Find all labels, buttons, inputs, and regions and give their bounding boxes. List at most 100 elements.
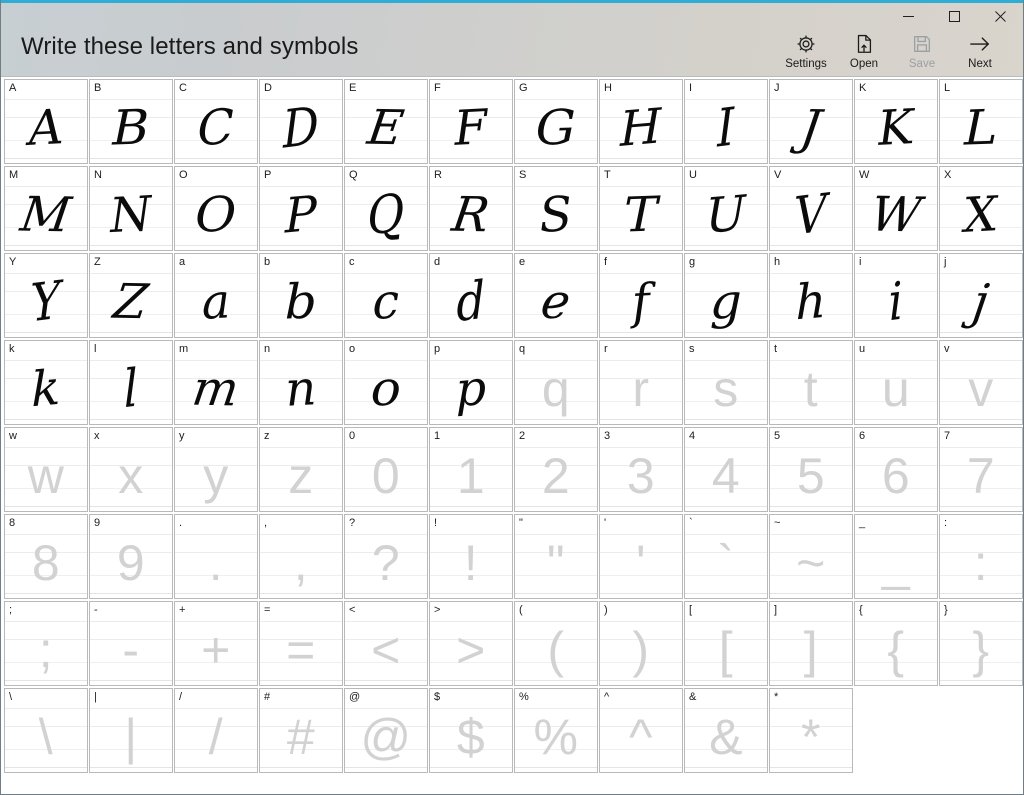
character-cell[interactable]: %% (514, 688, 598, 773)
character-cell[interactable]: zz (259, 427, 343, 512)
character-cell[interactable]: 00 (344, 427, 428, 512)
character-cell[interactable]: bb (259, 253, 343, 338)
character-cell[interactable]: '' (599, 514, 683, 599)
character-cell[interactable]: mm (174, 340, 258, 425)
character-cell[interactable]: hh (769, 253, 853, 338)
character-cell[interactable]: )) (599, 601, 683, 686)
character-cell[interactable]: 44 (684, 427, 768, 512)
character-cell[interactable]: LL (939, 79, 1023, 164)
character-cell[interactable]: ]] (769, 601, 853, 686)
character-cell[interactable]: EE (344, 79, 428, 164)
character-cell[interactable]: TT (599, 166, 683, 251)
character-cell[interactable]: PP (259, 166, 343, 251)
next-button[interactable]: Next (951, 33, 1009, 70)
character-cell[interactable]: CC (174, 79, 258, 164)
character-cell[interactable]: XX (939, 166, 1023, 251)
character-cell[interactable]: 88 (4, 514, 88, 599)
open-button[interactable]: Open (835, 33, 893, 70)
character-cell[interactable]: qq (514, 340, 598, 425)
character-cell[interactable]: // (174, 688, 258, 773)
character-cell[interactable]: BB (89, 79, 173, 164)
character-cell[interactable]: OO (174, 166, 258, 251)
character-cell[interactable]: JJ (769, 79, 853, 164)
character-cell[interactable]: YY (4, 253, 88, 338)
character-cell[interactable]: \\ (4, 688, 88, 773)
character-cell[interactable]: UU (684, 166, 768, 251)
character-cell[interactable]: !! (429, 514, 513, 599)
character-cell[interactable]: ,, (259, 514, 343, 599)
character-cell[interactable]: 77 (939, 427, 1023, 512)
character-cell[interactable]: ff (599, 253, 683, 338)
character-cell[interactable]: ^^ (599, 688, 683, 773)
character-cell[interactable]: kk (4, 340, 88, 425)
character-cell[interactable]: 66 (854, 427, 938, 512)
character-cell[interactable]: ?? (344, 514, 428, 599)
character-cell[interactable]: ii (854, 253, 938, 338)
character-cell[interactable]: tt (769, 340, 853, 425)
character-cell[interactable]: ** (769, 688, 853, 773)
character-cell[interactable]: == (259, 601, 343, 686)
character-cell[interactable]: (( (514, 601, 598, 686)
character-cell[interactable]: uu (854, 340, 938, 425)
character-cell[interactable]: SS (514, 166, 598, 251)
character-cell[interactable]: ## (259, 688, 343, 773)
character-cell[interactable]: xx (89, 427, 173, 512)
character-cell[interactable]: .. (174, 514, 258, 599)
character-cell[interactable]: >> (429, 601, 513, 686)
character-cell[interactable]: dd (429, 253, 513, 338)
character-cell[interactable]: ee (514, 253, 598, 338)
character-cell[interactable]: pp (429, 340, 513, 425)
character-cell[interactable]: || (89, 688, 173, 773)
character-cell[interactable]: [[ (684, 601, 768, 686)
close-button[interactable] (977, 3, 1023, 29)
character-cell[interactable]: QQ (344, 166, 428, 251)
character-cell[interactable]: jj (939, 253, 1023, 338)
character-cell[interactable]: << (344, 601, 428, 686)
character-cell[interactable]: "" (514, 514, 598, 599)
character-cell[interactable]: -- (89, 601, 173, 686)
character-cell[interactable]: ll (89, 340, 173, 425)
character-cell[interactable]: aa (174, 253, 258, 338)
character-cell[interactable]: ss (684, 340, 768, 425)
character-cell[interactable]: MM (4, 166, 88, 251)
character-cell[interactable]: vv (939, 340, 1023, 425)
character-cell[interactable]: 99 (89, 514, 173, 599)
character-cell[interactable]: NN (89, 166, 173, 251)
character-cell[interactable]: 33 (599, 427, 683, 512)
character-cell[interactable]: {{ (854, 601, 938, 686)
character-cell[interactable]: `` (684, 514, 768, 599)
character-cell[interactable]: HH (599, 79, 683, 164)
character-cell[interactable]: II (684, 79, 768, 164)
character-cell[interactable]: cc (344, 253, 428, 338)
character-cell[interactable]: GG (514, 79, 598, 164)
character-cell[interactable]: 11 (429, 427, 513, 512)
save-button[interactable]: Save (893, 33, 951, 70)
character-cell[interactable]: ~~ (769, 514, 853, 599)
character-cell[interactable]: oo (344, 340, 428, 425)
character-cell[interactable]: __ (854, 514, 938, 599)
character-cell[interactable]: $$ (429, 688, 513, 773)
maximize-button[interactable] (931, 3, 977, 29)
character-cell[interactable]: nn (259, 340, 343, 425)
character-cell[interactable]: DD (259, 79, 343, 164)
minimize-button[interactable] (885, 3, 931, 29)
character-cell[interactable]: 55 (769, 427, 853, 512)
character-cell[interactable]: ww (4, 427, 88, 512)
character-cell[interactable]: KK (854, 79, 938, 164)
character-cell[interactable]: FF (429, 79, 513, 164)
character-cell[interactable]: ++ (174, 601, 258, 686)
character-cell[interactable]: && (684, 688, 768, 773)
character-cell[interactable]: RR (429, 166, 513, 251)
character-cell[interactable]: rr (599, 340, 683, 425)
character-cell[interactable]: @@ (344, 688, 428, 773)
character-cell[interactable]: ZZ (89, 253, 173, 338)
character-cell[interactable]: gg (684, 253, 768, 338)
character-cell[interactable]: AA (4, 79, 88, 164)
character-cell[interactable]: 22 (514, 427, 598, 512)
character-cell[interactable]: ;; (4, 601, 88, 686)
settings-button[interactable]: Settings (777, 33, 835, 70)
character-cell[interactable]: :: (939, 514, 1023, 599)
character-cell[interactable]: WW (854, 166, 938, 251)
character-cell[interactable]: yy (174, 427, 258, 512)
character-cell[interactable]: VV (769, 166, 853, 251)
